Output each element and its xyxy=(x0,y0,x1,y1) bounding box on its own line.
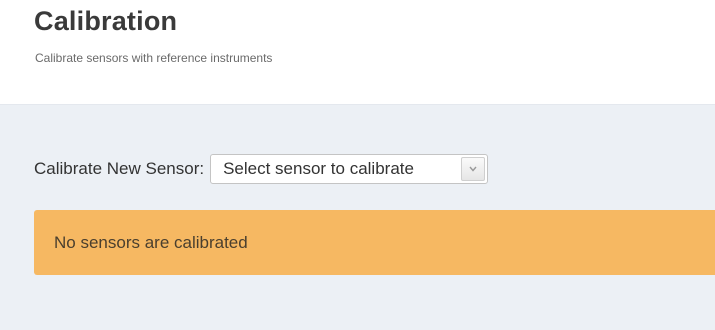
alert-message: No sensors are calibrated xyxy=(54,232,248,252)
calibrate-sensor-row: Calibrate New Sensor: Select sensor to c… xyxy=(34,153,489,185)
page-header: Calibration Calibrate sensors with refer… xyxy=(0,0,715,104)
page-title: Calibration xyxy=(34,6,178,36)
no-sensors-alert: No sensors are calibrated xyxy=(34,210,715,275)
sensor-select-value: Select sensor to calibrate xyxy=(223,159,414,178)
chevron-down-icon[interactable] xyxy=(461,157,486,181)
content-area: Calibrate New Sensor: Select sensor to c… xyxy=(0,104,715,330)
calibrate-sensor-label: Calibrate New Sensor: xyxy=(34,159,205,178)
calibration-page: Calibration Calibrate sensors with refer… xyxy=(0,0,715,330)
chevron-down-glyph xyxy=(469,166,477,172)
sensor-select[interactable]: Select sensor to calibrate xyxy=(210,154,489,184)
page-subtitle: Calibrate sensors with reference instrum… xyxy=(35,51,273,65)
